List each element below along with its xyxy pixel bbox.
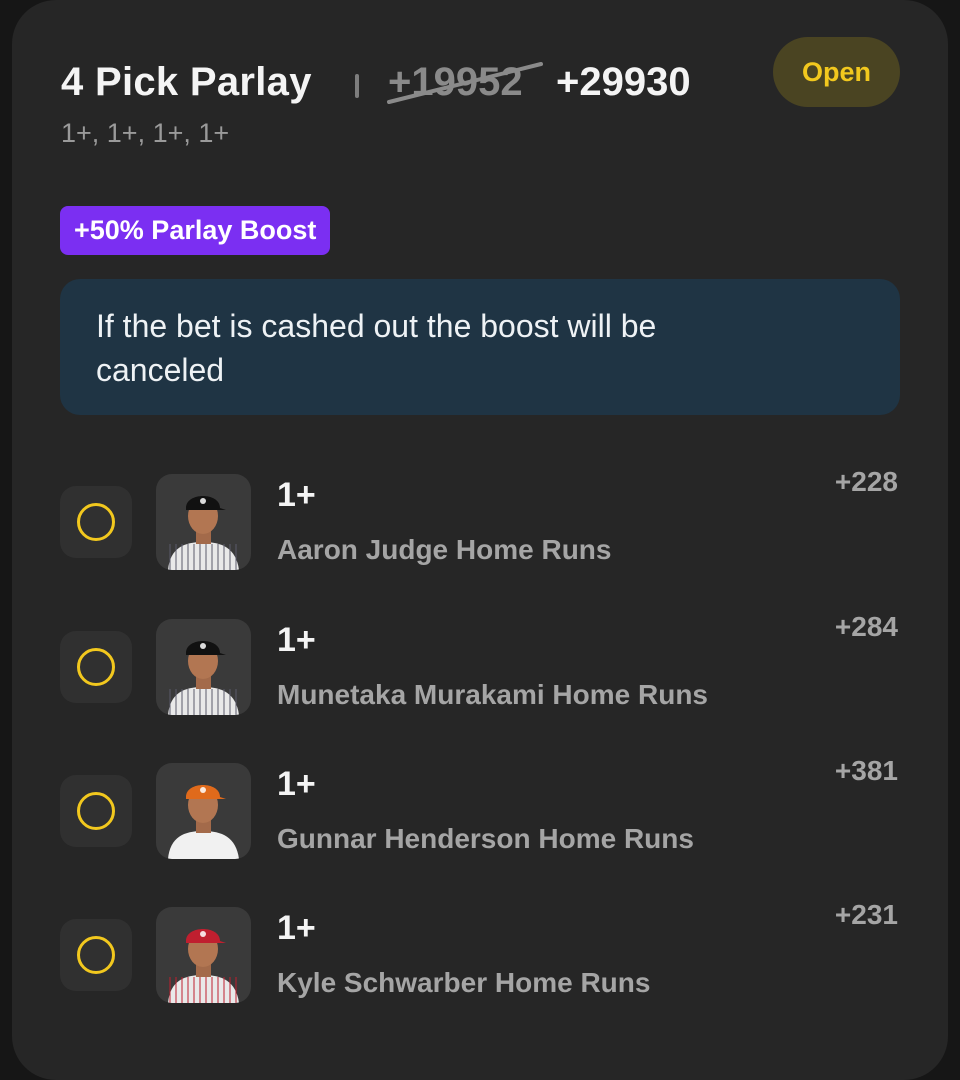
pick-row[interactable]: 1+ Kyle Schwarber Home Runs +231 (0, 899, 960, 1007)
pending-circle-icon (77, 648, 115, 686)
pick-checkbox[interactable] (60, 919, 132, 991)
pick-odds: +381 (834, 755, 898, 786)
title-separator (355, 74, 359, 98)
pending-circle-icon (77, 792, 115, 830)
parlay-boost-badge: +50% Parlay Boost (60, 206, 331, 255)
player-headshot (156, 474, 251, 570)
pick-odds: +228 (834, 466, 898, 497)
pick-market: Kyle Schwarber Home Runs (277, 967, 651, 998)
pending-circle-icon (77, 503, 115, 541)
pick-market: Aaron Judge Home Runs (277, 534, 612, 565)
pick-row[interactable]: 1+ Munetaka Murakami Home Runs +284 (0, 611, 960, 719)
player-headshot (156, 619, 251, 715)
pick-line: 1+ (277, 476, 316, 514)
boosted-odds: +29930 (556, 60, 691, 104)
pick-checkbox[interactable] (60, 775, 132, 847)
pick-odds: +284 (834, 611, 898, 642)
lines-summary: 1+, 1+, 1+, 1+ (61, 118, 230, 148)
cashout-notice: If the bet is cashed out the boost will … (60, 279, 900, 415)
pick-odds: +231 (834, 899, 898, 930)
pick-market: Munetaka Murakami Home Runs (277, 679, 708, 710)
pick-checkbox[interactable] (60, 631, 132, 703)
bet-title: 4 Pick Parlay (61, 60, 312, 104)
pending-circle-icon (77, 936, 115, 974)
pick-line: 1+ (277, 621, 316, 659)
strikethrough-line (387, 62, 543, 104)
pick-market: Gunnar Henderson Home Runs (277, 823, 694, 854)
pick-line: 1+ (277, 765, 316, 803)
pick-row[interactable]: 1+ Gunnar Henderson Home Runs +381 (0, 755, 960, 863)
cashout-notice-text: If the bet is cashed out the boost will … (96, 308, 657, 388)
pick-line: 1+ (277, 909, 316, 947)
status-badge: Open (773, 37, 900, 107)
pick-checkbox[interactable] (60, 486, 132, 558)
player-headshot (156, 763, 251, 859)
player-headshot (156, 907, 251, 1003)
pick-row[interactable]: 1+ Aaron Judge Home Runs +228 (0, 466, 960, 574)
